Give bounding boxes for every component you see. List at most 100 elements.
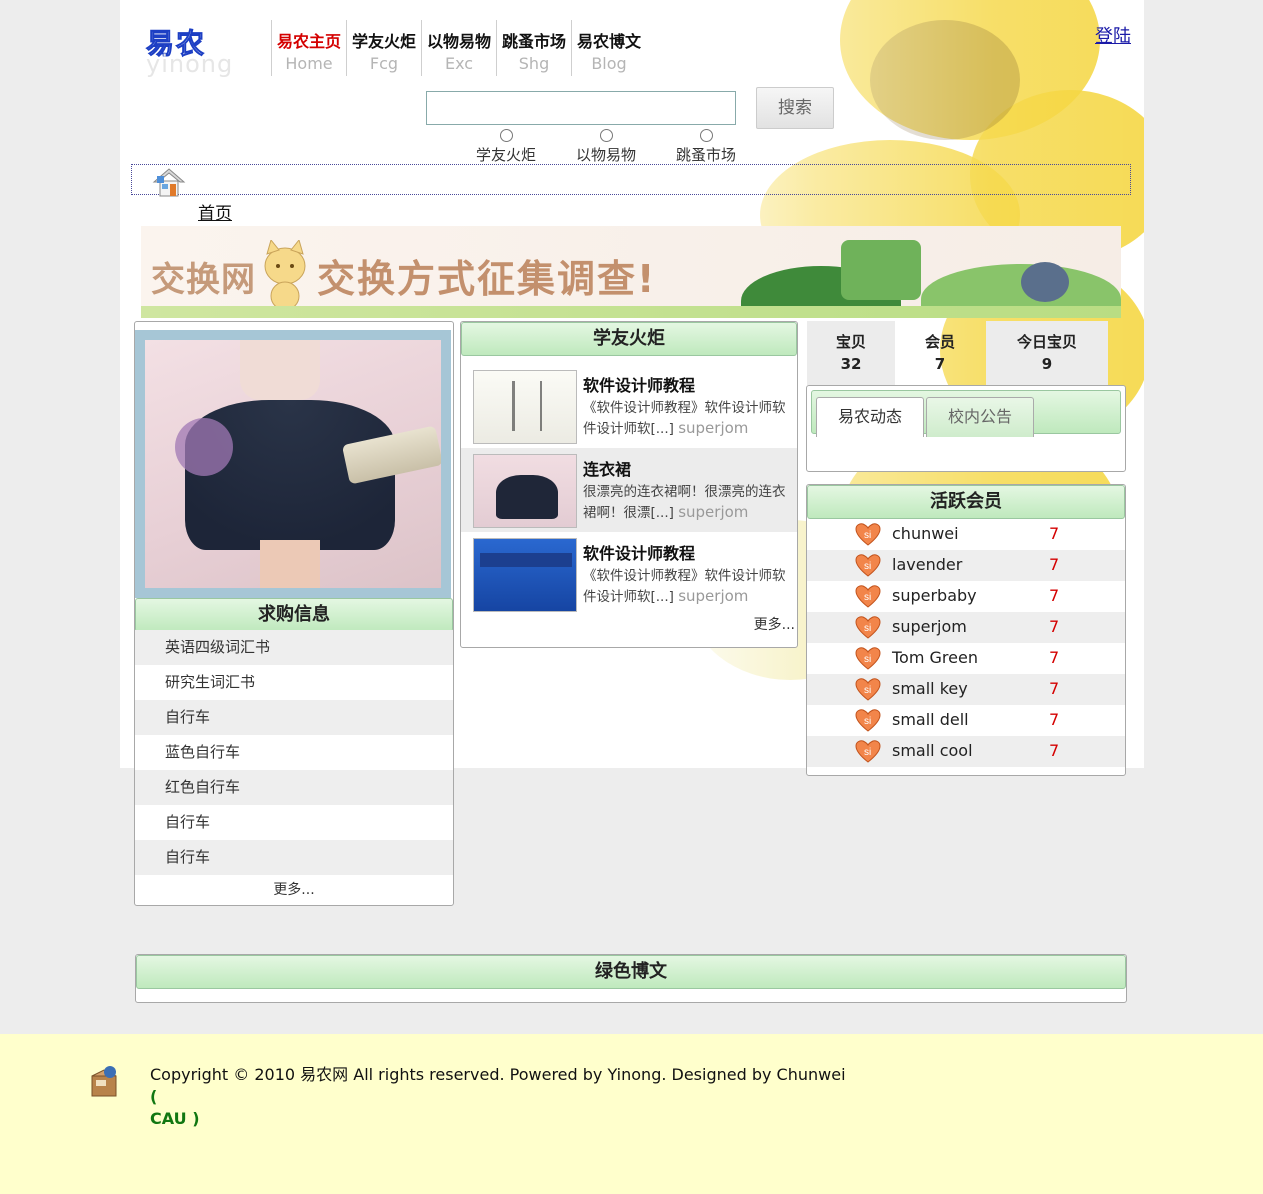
torch-title: 学友火炬 (461, 322, 797, 356)
member-name: small dell (892, 710, 969, 729)
nav-item-exc[interactable]: 以物易物 Exc (421, 20, 496, 76)
torch-item-title: 连衣裙 (583, 460, 632, 479)
want-list-item[interactable]: 研究生词汇书 (135, 665, 453, 700)
member-name: superjom (892, 617, 967, 636)
radio-label: 以物易物 (575, 146, 636, 164)
member-heart-icon: si (855, 678, 881, 701)
member-count: 7 (1049, 648, 1060, 667)
login-link[interactable]: 登陆 (1095, 22, 1131, 48)
radio-label: 跳蚤市场 (675, 146, 736, 164)
dress-thumbnail (473, 454, 577, 528)
member-count: 7 (1049, 586, 1060, 605)
nav-item-blog[interactable]: 易农博文 Blog (571, 20, 646, 76)
svg-text:si: si (864, 716, 871, 727)
members-title: 活跃会员 (807, 485, 1125, 519)
member-row[interactable]: si superbaby 7 (807, 581, 1125, 612)
member-count: 7 (1049, 741, 1060, 760)
stat-members: 会员 7 (924, 333, 955, 373)
member-heart-icon: si (855, 647, 881, 670)
stat-items: 宝贝 32 (807, 321, 895, 385)
home-icon[interactable] (152, 166, 186, 198)
nav-label: 易农主页 (276, 32, 341, 51)
main-nav: 易农主页 Home 学友火炬 Fcg 以物易物 Exc 跳蚤市场 Shg 易农博… (271, 20, 646, 76)
member-row[interactable]: si small cool 7 (807, 736, 1125, 767)
nav-sublabel: Blog (591, 54, 627, 73)
copyright-text: Copyright © 2010 易农网 All rights reserved… (150, 1065, 846, 1128)
radio-icon (699, 129, 713, 142)
member-row[interactable]: si superjom 7 (807, 612, 1125, 643)
want-list-item[interactable]: 英语四级词汇书 (135, 630, 453, 665)
nav-label: 学友火炬 (351, 32, 416, 51)
torch-item[interactable]: 软件设计师教程 《软件设计师教程》软件设计师软件设计师软[...] superj… (461, 532, 797, 616)
want-list-item[interactable]: 自行车 (135, 805, 453, 840)
member-row[interactable]: si small dell 7 (807, 705, 1125, 736)
book-thumbnail (473, 538, 577, 612)
torch-item-title: 软件设计师教程 (583, 376, 696, 395)
search-option-shg[interactable]: 跳蚤市场 (661, 129, 751, 165)
nav-sublabel: Exc (444, 54, 474, 73)
member-name: superbaby (892, 586, 977, 605)
tab-news[interactable]: 易农动态 (816, 397, 924, 437)
nav-sublabel: Fcg (369, 54, 399, 73)
member-list: si chunwei 7 si lavender 7 si superbaby 7 si super… (807, 519, 1125, 767)
cau-link[interactable]: CAU ) (150, 1109, 200, 1128)
member-count: 7 (1049, 555, 1060, 574)
blog-panel: 绿色博文 (135, 954, 1127, 1003)
torch-item-desc: 《软件设计师教程》软件设计师软件设计师软[...] superjom (583, 568, 786, 605)
want-title: 求购信息 (135, 598, 453, 632)
svg-text:si: si (864, 530, 871, 541)
member-row[interactable]: si Tom Green 7 (807, 643, 1125, 674)
want-list-item[interactable]: 自行车 (135, 840, 453, 875)
cat-mascot-icon (264, 240, 306, 311)
svg-text:si: si (864, 685, 871, 696)
nav-item-home[interactable]: 易农主页 Home (271, 20, 346, 76)
search-button[interactable]: 搜索 (756, 87, 834, 129)
search-option-exc[interactable]: 以物易物 (561, 129, 651, 165)
stat-today: 今日宝贝 9 (986, 321, 1108, 385)
watermark-stamp (175, 418, 233, 476)
torch-panel: 学友火炬 软件设计师教程 《软件设计师教程》软件设计师软件设计师软[...] s… (460, 321, 798, 648)
member-heart-icon: si (855, 585, 881, 608)
blog-title: 绿色博文 (136, 955, 1126, 989)
member-row[interactable]: si lavender 7 (807, 550, 1125, 581)
member-heart-icon: si (855, 554, 881, 577)
promo-banner[interactable]: 交换网 交换方式征集调查! (141, 226, 1121, 318)
nav-item-fcg[interactable]: 学友火炬 Fcg (346, 20, 421, 76)
torch-item[interactable]: 连衣裙 很漂亮的连衣裙啊！很漂亮的连衣裙啊！很漂[...] superjom (461, 448, 797, 532)
tab-notices[interactable]: 校内公告 (926, 397, 1034, 437)
nav-label: 以物易物 (426, 32, 491, 51)
svg-text:si: si (864, 592, 871, 603)
want-list-item[interactable]: 红色自行车 (135, 770, 453, 805)
site-logo[interactable]: 易农 yinong (146, 22, 246, 82)
member-heart-icon: si (855, 740, 881, 763)
search-input[interactable] (426, 91, 736, 125)
member-heart-icon: si (855, 523, 881, 546)
want-list-item[interactable]: 蓝色自行车 (135, 735, 453, 770)
footer: Copyright © 2010 易农网 All rights reserved… (0, 1034, 1263, 1194)
banner-hat (1021, 262, 1069, 302)
member-count: 7 (1049, 679, 1060, 698)
nav-item-shg[interactable]: 跳蚤市场 Shg (496, 20, 571, 76)
nav-label: 易农博文 (576, 32, 641, 51)
want-more-link[interactable]: 更多... (135, 879, 453, 899)
members-panel: 活跃会员 si chunwei 7 si lavender 7 si superbaby 7 si… (806, 484, 1126, 776)
member-name: small cool (892, 741, 973, 760)
member-count: 7 (1049, 617, 1060, 636)
torch-item[interactable]: 软件设计师教程 《软件设计师教程》软件设计师软件设计师软[...] superj… (461, 364, 797, 448)
radio-label: 学友火炬 (475, 146, 536, 164)
member-name: small key (892, 679, 968, 698)
nav-sublabel: Home (285, 54, 333, 73)
featured-item[interactable] (135, 330, 451, 598)
book-thumbnail (473, 370, 577, 444)
breadcrumb-bar (131, 164, 1131, 195)
member-row[interactable]: si small key 7 (807, 674, 1125, 705)
banner-site: 交换网 (151, 260, 256, 300)
breadcrumb-home[interactable]: 首页 (198, 199, 232, 224)
nav-label: 跳蚤市场 (501, 32, 566, 51)
want-list-item[interactable]: 自行车 (135, 700, 453, 735)
member-row[interactable]: si chunwei 7 (807, 519, 1125, 550)
nav-sublabel: Shg (518, 54, 550, 73)
torch-more-link[interactable]: 更多... (754, 614, 795, 634)
member-name: lavender (892, 555, 963, 574)
search-option-fcg[interactable]: 学友火炬 (461, 129, 551, 165)
